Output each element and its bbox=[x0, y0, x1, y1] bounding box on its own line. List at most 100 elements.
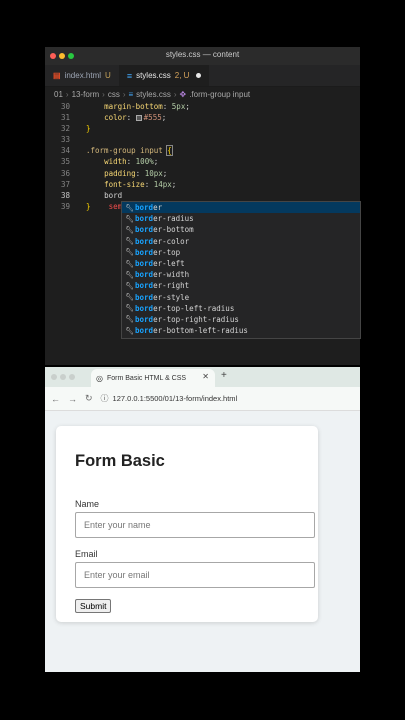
css-property: width bbox=[104, 157, 127, 167]
wrench-icon: 🔧︎ bbox=[125, 259, 134, 268]
unsaved-dot-icon[interactable] bbox=[196, 73, 202, 78]
submit-button[interactable]: Submit bbox=[75, 599, 112, 613]
form-card: Form Basic Name Email Submit bbox=[56, 426, 318, 622]
suggestion-item[interactable]: 🔧︎ bord er-bottom-left-radius bbox=[122, 325, 360, 336]
code-line: 35 width: 100%; bbox=[45, 156, 360, 167]
line-number: 38 bbox=[60, 190, 70, 200]
maximize-window-button[interactable] bbox=[69, 374, 75, 380]
suggestion-item[interactable]: 🔧︎ bord er-radius bbox=[122, 213, 360, 224]
line-number: 31 bbox=[60, 113, 70, 123]
suggestion-item[interactable]: 🔧︎ bord er-bottom bbox=[122, 224, 360, 235]
line-number: 34 bbox=[60, 146, 70, 156]
breadcrumb: 01 › 13-form › css › ≡ styles.css › ✥ .f… bbox=[45, 87, 360, 101]
address-bar[interactable]: ⓘ 127.0.0.1:5500/01/13-form/index.html bbox=[101, 393, 238, 404]
suggestion-item[interactable]: 🔧︎ bord er-left bbox=[122, 258, 360, 269]
wrench-icon: 🔧︎ bbox=[125, 203, 134, 212]
site-info-icon[interactable]: ⓘ bbox=[101, 393, 109, 404]
chevron-right-icon: › bbox=[173, 89, 177, 99]
close-window-button[interactable] bbox=[51, 374, 57, 380]
wrench-icon: 🔧︎ bbox=[125, 293, 134, 302]
browser-tab-title: Form Basic HTML & CSS bbox=[106, 374, 187, 382]
code-line: 30 margin-bottom: 5px; bbox=[45, 101, 360, 112]
code-line: 36 padding: 10px; bbox=[45, 168, 360, 179]
line-number: 33 bbox=[60, 135, 70, 145]
css-file-icon: ≡ bbox=[128, 89, 134, 99]
editor-titlebar: styles.css — content bbox=[45, 47, 360, 65]
suggestion-item[interactable]: 🔧︎ bord er-top-left-radius bbox=[122, 303, 360, 314]
css-value: 10px bbox=[144, 168, 163, 178]
line-number: 35 bbox=[60, 157, 70, 167]
url-text: 127.0.0.1:5500/01/13-form/index.html bbox=[112, 394, 238, 403]
wrench-icon: 🔧︎ bbox=[125, 237, 134, 246]
page-viewport: Form Basic Name Email Submit bbox=[45, 411, 360, 672]
line-number: 32 bbox=[60, 124, 70, 134]
browser-nav-bar: ← → ↻ ⓘ 127.0.0.1:5500/01/13-form/index.… bbox=[45, 387, 360, 411]
suggestion-item[interactable]: 🔧︎ bord er-style bbox=[122, 292, 360, 303]
wrench-icon: 🔧︎ bbox=[125, 270, 134, 279]
new-tab-icon[interactable]: + bbox=[221, 370, 227, 381]
breadcrumb-item[interactable]: .form-group input bbox=[189, 90, 250, 99]
css-value: 100% bbox=[135, 157, 154, 167]
code-line: 31 color: #555; bbox=[45, 112, 360, 123]
browser-tab[interactable]: ◎ Form Basic HTML & CSS ✕ bbox=[91, 369, 215, 387]
css-property: margin-bottom bbox=[104, 102, 163, 111]
suggestion-item[interactable]: 🔧︎ bord er-top-right-radius bbox=[122, 314, 360, 325]
chevron-right-icon: › bbox=[102, 89, 105, 99]
wrench-icon: 🔧︎ bbox=[125, 281, 134, 290]
line-number: 37 bbox=[60, 179, 70, 189]
breadcrumb-item[interactable]: css bbox=[108, 90, 120, 99]
suggestion-item[interactable]: 🔧︎ bord er bbox=[122, 202, 360, 214]
wrench-icon: 🔧︎ bbox=[125, 326, 134, 335]
minimize-window-button[interactable] bbox=[60, 374, 66, 380]
css-property: font-size bbox=[104, 179, 145, 189]
forward-icon[interactable]: → bbox=[68, 394, 77, 404]
code-line: 33 bbox=[45, 134, 360, 145]
close-tab-icon[interactable]: ✕ bbox=[202, 372, 209, 381]
autocomplete-list[interactable]: 🔧︎ bord er 🔧︎ bord er-radius 🔧︎ bord er-bottom… bbox=[121, 201, 361, 339]
suggestion-item[interactable]: 🔧︎ bord er-top bbox=[122, 247, 360, 258]
chevron-right-icon: › bbox=[122, 89, 126, 99]
code-line: 32 } bbox=[45, 123, 360, 134]
symbol-icon: ✥ bbox=[179, 89, 187, 99]
tab-label: styles.css bbox=[136, 71, 171, 80]
css-property: color bbox=[104, 113, 127, 123]
email-input[interactable] bbox=[75, 562, 315, 588]
suggestion-item[interactable]: 🔧︎ bord er-right bbox=[122, 280, 360, 291]
wrench-icon: 🔧︎ bbox=[125, 225, 134, 234]
css-property: padding bbox=[104, 168, 136, 178]
wrench-icon: 🔧︎ bbox=[125, 248, 134, 257]
suggestion-item[interactable]: 🔧︎ bord er-width bbox=[122, 269, 360, 280]
breadcrumb-item[interactable]: 13-form bbox=[72, 90, 100, 99]
code-area[interactable]: 30 margin-bottom: 5px; 31 color: #555; 3… bbox=[45, 101, 360, 212]
editor-window-title: styles.css — content bbox=[165, 50, 240, 59]
color-swatch-icon[interactable] bbox=[135, 115, 142, 122]
email-label: Email bbox=[75, 549, 98, 559]
suggestion-item[interactable]: 🔧︎ bord er-color bbox=[122, 236, 360, 247]
back-icon[interactable]: ← bbox=[51, 394, 60, 404]
editor-tab-bar: ▤ index.html U ≡ styles.css 2, U bbox=[45, 65, 360, 87]
css-value: 5px bbox=[171, 102, 186, 111]
name-input[interactable] bbox=[75, 512, 315, 538]
css-value: 14px bbox=[153, 179, 172, 189]
html-file-icon: ▤ bbox=[53, 71, 61, 80]
browser-tab-bar: ◎ Form Basic HTML & CSS ✕ + bbox=[45, 367, 360, 387]
tab-styles-css[interactable]: ≡ styles.css 2, U bbox=[118, 65, 210, 86]
chevron-right-icon: › bbox=[65, 89, 69, 99]
tab-label: index.html bbox=[64, 71, 102, 80]
tab-index-html[interactable]: ▤ index.html U bbox=[45, 65, 119, 86]
css-value: #555 bbox=[143, 113, 162, 123]
wrench-icon: 🔧︎ bbox=[125, 214, 134, 223]
name-label: Name bbox=[75, 499, 100, 509]
closing-brace: } bbox=[86, 201, 91, 211]
line-number: 36 bbox=[60, 168, 70, 178]
breadcrumb-item[interactable]: styles.css bbox=[136, 90, 171, 99]
line-number: 39 bbox=[60, 201, 70, 211]
breadcrumb-item[interactable]: 01 bbox=[54, 90, 63, 99]
closing-brace: } bbox=[86, 124, 91, 134]
reload-icon[interactable]: ↻ bbox=[85, 393, 93, 404]
globe-icon: ◎ bbox=[96, 373, 103, 383]
wrench-icon: 🔧︎ bbox=[125, 304, 134, 313]
css-file-icon: ≡ bbox=[126, 70, 133, 81]
opening-brace: { bbox=[166, 145, 173, 157]
form-title: Form Basic bbox=[75, 452, 165, 470]
